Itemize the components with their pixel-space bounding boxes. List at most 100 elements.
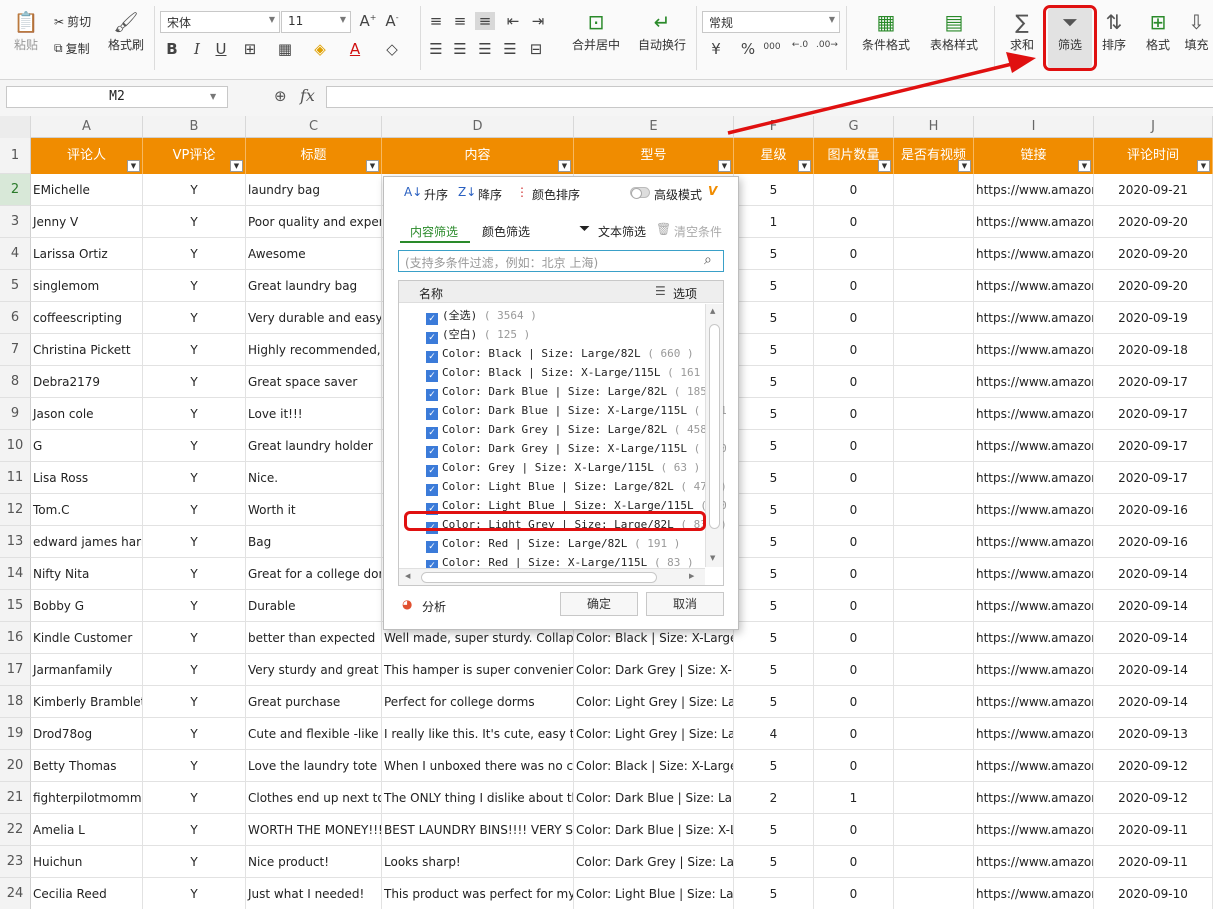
table-cell[interactable]: https://www.amazon. [974, 302, 1094, 334]
header-cell[interactable]: 是否有视频 ▼ [894, 138, 974, 174]
table-cell[interactable]: Debra2179 [31, 366, 143, 398]
row-header[interactable]: 14 [0, 558, 31, 590]
wrap-text-button[interactable]: ↵ 自动换行 [632, 8, 692, 53]
checkbox-checked-icon[interactable]: ✓ [426, 332, 438, 344]
table-cell[interactable]: Great for a college dorm [246, 558, 382, 590]
scroll-down-icon[interactable]: ▼ [710, 554, 715, 562]
table-cell[interactable]: 0 [814, 878, 894, 909]
table-cell[interactable]: 2020-09-17 [1094, 366, 1213, 398]
table-cell[interactable]: 0 [814, 718, 894, 750]
table-cell[interactable]: 2020-09-20 [1094, 270, 1213, 302]
column-header-h[interactable]: H [894, 116, 974, 138]
table-cell[interactable]: https://www.amazon. [974, 494, 1094, 526]
table-cell[interactable] [894, 718, 974, 750]
ok-button[interactable]: 确定 [560, 592, 638, 616]
table-cell[interactable]: Nice. [246, 462, 382, 494]
indent-decrease-icon[interactable]: ⇤ [503, 12, 523, 30]
table-cell[interactable]: Y [143, 174, 246, 206]
fill-color-icon[interactable]: ◈ [310, 40, 330, 58]
table-cell[interactable]: When I unboxed there was no coi [382, 750, 574, 782]
table-cell[interactable]: 5 [734, 430, 814, 462]
checkbox-checked-icon[interactable]: ✓ [426, 541, 438, 553]
filter-dropdown-icon[interactable]: ▼ [1078, 160, 1091, 172]
table-cell[interactable]: https://www.amazon. [974, 750, 1094, 782]
table-cell[interactable]: Kindle Customer [31, 622, 143, 654]
filter-item[interactable]: ✓ (全选) ( 3564 ) [426, 306, 537, 325]
row-header[interactable]: 9 [0, 398, 31, 430]
table-cell[interactable] [894, 270, 974, 302]
underline-icon[interactable]: U [211, 40, 231, 58]
table-cell[interactable]: 0 [814, 846, 894, 878]
row-header[interactable]: 10 [0, 430, 31, 462]
table-cell[interactable]: 2020-09-20 [1094, 206, 1213, 238]
table-cell[interactable]: Y [143, 750, 246, 782]
table-cell[interactable]: Perfect for college dorms [382, 686, 574, 718]
table-cell[interactable]: The ONLY thing I dislike about thi [382, 782, 574, 814]
table-cell[interactable]: Y [143, 398, 246, 430]
table-cell[interactable]: 2020-09-10 [1094, 878, 1213, 909]
table-cell[interactable] [894, 750, 974, 782]
format-painter-button[interactable]: 🖌 格式刷 [104, 8, 148, 53]
sort-button[interactable]: ⇅ 排序 [1094, 8, 1134, 53]
row-header[interactable]: 8 [0, 366, 31, 398]
filter-item[interactable]: ✓ Color: Black | Size: X-Large/115L ( 161… [426, 363, 714, 382]
checkbox-checked-icon[interactable]: ✓ [426, 465, 438, 477]
table-cell[interactable] [894, 430, 974, 462]
filter-dropdown-icon[interactable]: ▼ [230, 160, 243, 172]
filter-dropdown-icon[interactable]: ▼ [958, 160, 971, 172]
table-cell[interactable]: 0 [814, 462, 894, 494]
table-cell[interactable]: 0 [814, 366, 894, 398]
table-cell[interactable]: 2020-09-11 [1094, 846, 1213, 878]
row-header[interactable]: 24 [0, 878, 31, 909]
border-icon[interactable]: ⊞ [240, 40, 260, 58]
table-cell[interactable]: 5 [734, 750, 814, 782]
table-cell[interactable]: Very sturdy and great si [246, 654, 382, 686]
conditional-format-button[interactable]: ▦ 条件格式 [852, 8, 920, 53]
table-cell[interactable]: Color: Dark Blue | Size: X-La [574, 814, 734, 846]
table-cell[interactable]: Larissa Ortiz [31, 238, 143, 270]
table-cell[interactable]: 5 [734, 686, 814, 718]
table-cell[interactable]: 2020-09-17 [1094, 398, 1213, 430]
table-cell[interactable]: singlemom [31, 270, 143, 302]
table-cell[interactable]: Jenny V [31, 206, 143, 238]
table-cell[interactable]: Lisa Ross [31, 462, 143, 494]
font-color-icon[interactable]: A [345, 40, 365, 58]
filter-search-input[interactable]: (支持多条件过滤，例如：北京 上海) [398, 250, 724, 272]
table-cell[interactable]: Y [143, 590, 246, 622]
sort-asc-button[interactable]: 升序 [424, 186, 448, 203]
decrease-decimal-icon[interactable]: .00→ [816, 40, 838, 50]
table-cell[interactable]: Cute and flexible -like r [246, 718, 382, 750]
distribute-icon[interactable]: ⊟ [526, 40, 546, 58]
color-sort-button[interactable]: 颜色排序 [532, 186, 580, 203]
filter-dropdown-icon[interactable]: ▼ [798, 160, 811, 172]
filter-dropdown-icon[interactable]: ▼ [127, 160, 140, 172]
text-filter-button[interactable]: 文本筛选 [598, 223, 646, 240]
table-cell[interactable]: This hamper is super convenient f [382, 654, 574, 686]
table-cell[interactable]: https://www.amazon. [974, 462, 1094, 494]
table-cell[interactable]: 0 [814, 494, 894, 526]
table-cell[interactable] [894, 846, 974, 878]
align-bottom-icon[interactable]: ≡ [475, 12, 495, 30]
table-cell[interactable]: 2020-09-14 [1094, 654, 1213, 686]
table-cell[interactable]: Great laundry bag [246, 270, 382, 302]
table-cell[interactable]: Color: Dark Blue | Size: Large [574, 782, 734, 814]
row-header[interactable]: 16 [0, 622, 31, 654]
merge-center-button[interactable]: ⊡ 合并居中 [564, 8, 628, 53]
indent-increase-icon[interactable]: ⇥ [528, 12, 548, 30]
scrollbar-thumb[interactable] [421, 572, 657, 583]
table-cell[interactable]: 5 [734, 814, 814, 846]
table-cell[interactable] [894, 878, 974, 909]
checkbox-checked-icon[interactable]: ✓ [426, 351, 438, 363]
table-cell[interactable]: Y [143, 334, 246, 366]
table-cell[interactable]: Y [143, 526, 246, 558]
table-cell[interactable] [894, 206, 974, 238]
table-cell[interactable]: 2020-09-17 [1094, 430, 1213, 462]
table-cell[interactable]: 2020-09-14 [1094, 686, 1213, 718]
table-cell[interactable]: 2020-09-18 [1094, 334, 1213, 366]
table-cell[interactable]: Great space saver [246, 366, 382, 398]
row-header[interactable]: 4 [0, 238, 31, 270]
column-header-g[interactable]: G [814, 116, 894, 138]
row-header[interactable]: 12 [0, 494, 31, 526]
table-cell[interactable]: Great purchase [246, 686, 382, 718]
analysis-button[interactable]: 分析 [422, 598, 446, 615]
